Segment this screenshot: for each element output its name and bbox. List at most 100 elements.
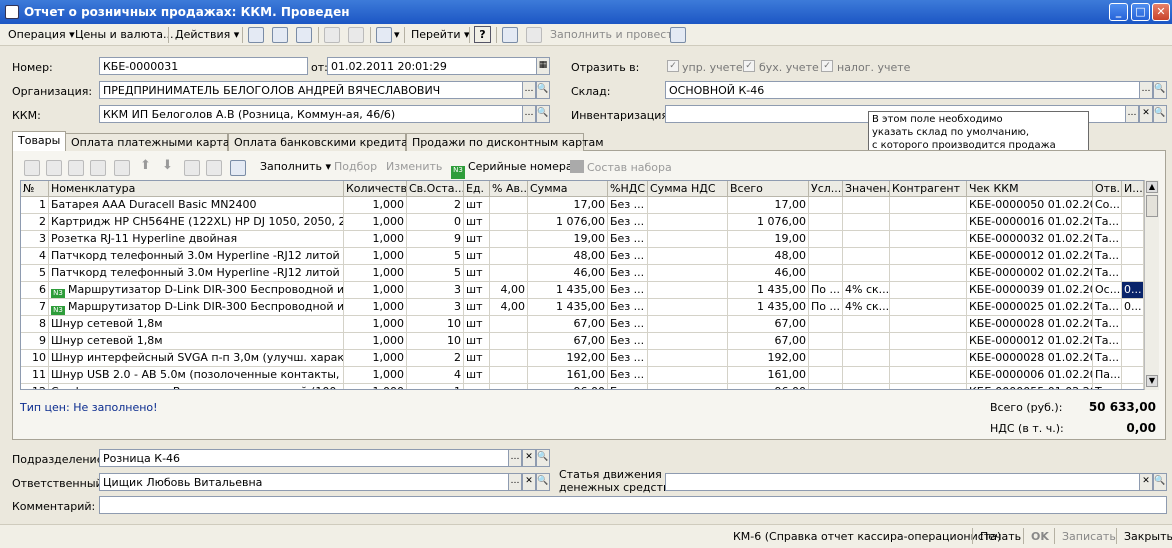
warehouse-select-button[interactable]: … — [1139, 81, 1153, 99]
table-cell-val[interactable]: 4% ск... — [843, 299, 890, 316]
operation-menu[interactable]: Операция ▾ — [8, 28, 75, 41]
table-cell-kontr[interactable] — [890, 350, 967, 367]
prices-button[interactable]: Цены и валюта... — [75, 28, 173, 41]
table-cell-pct[interactable] — [490, 384, 528, 389]
table-cell-unit[interactable]: шт — [464, 214, 490, 231]
serial-numbers-button[interactable]: N3 Серийные номера — [451, 160, 573, 179]
table-cell-i[interactable] — [1122, 350, 1144, 367]
table-cell-kontr[interactable] — [890, 248, 967, 265]
table-cell-i[interactable]: 0... — [1122, 299, 1144, 316]
table-cell-n[interactable]: 1 — [21, 197, 49, 214]
table-cell-name[interactable]: Розетка RJ-11 Hyperline двойная — [49, 231, 344, 248]
table-cell-qty[interactable]: 1,000 — [344, 316, 407, 333]
table-cell-val[interactable]: 4% ск... — [843, 282, 890, 299]
table-cell-qty[interactable]: 1,000 — [344, 367, 407, 384]
table-cell-name[interactable]: N3 Маршрутизатор D-Link DIR-300 Беспровод… — [49, 282, 344, 299]
table-cell-usl[interactable]: По ... — [809, 282, 843, 299]
column-header[interactable]: Всего — [728, 181, 809, 197]
table-cell-chk[interactable]: КБЕ-0000028 01.02.20... — [967, 316, 1093, 333]
km6-button[interactable]: КМ-6 (Справка отчет кассира-операционист… — [733, 530, 1001, 543]
table-cell-vatsum[interactable] — [648, 384, 728, 389]
table-cell-i[interactable] — [1122, 316, 1144, 333]
table-cell-i[interactable]: 0... — [1122, 282, 1144, 299]
tab-bank-credits[interactable]: Оплата банковскими кредитами — [228, 133, 423, 151]
print-preview-icon[interactable] — [348, 27, 364, 43]
table-cell-qty[interactable]: 1,000 — [344, 214, 407, 231]
table-cell-name[interactable]: Салфетки чистящие Buro для поверхностей … — [49, 384, 344, 389]
table-cell-otv[interactable]: Па... — [1093, 367, 1122, 384]
sort-asc-icon[interactable] — [184, 160, 200, 176]
table-cell-n[interactable]: 9 — [21, 333, 49, 350]
table-cell-val[interactable] — [843, 384, 890, 389]
goto-menu[interactable]: Перейти ▾ — [411, 28, 470, 41]
table-cell-name[interactable]: Шнур USB 2.0 - AB 5.0м (позолоченные кон… — [49, 367, 344, 384]
table-cell-name[interactable]: Батарея AAA Duracell Basic MN2400 — [49, 197, 344, 214]
table-cell-kontr[interactable] — [890, 384, 967, 389]
column-header[interactable]: Сумма НДС — [648, 181, 728, 197]
table-cell-name[interactable]: Шнур сетевой 1,8м — [49, 316, 344, 333]
date-field[interactable]: 01.02.2011 20:01:29 — [327, 57, 537, 75]
scroll-down-icon[interactable]: ▼ — [1146, 375, 1158, 387]
table-cell-usl[interactable] — [809, 350, 843, 367]
tab-goods[interactable]: Товары — [12, 131, 66, 151]
add-row-icon[interactable] — [24, 160, 40, 176]
table-cell-kontr[interactable] — [890, 197, 967, 214]
department-clear-icon[interactable]: ✕ — [522, 449, 536, 467]
table-cell-usl[interactable] — [809, 367, 843, 384]
column-header[interactable]: Контрагент — [890, 181, 967, 197]
table-cell-qty[interactable]: 1,000 — [344, 333, 407, 350]
table-cell-total[interactable]: 48,00 — [728, 248, 809, 265]
table-cell-rest[interactable]: 9 — [407, 231, 464, 248]
table-cell-vatsum[interactable] — [648, 299, 728, 316]
table-cell-unit[interactable]: шт — [464, 197, 490, 214]
table-cell-sum[interactable]: 46,00 — [528, 265, 608, 282]
table-cell-sum[interactable]: 96,00 — [528, 384, 608, 389]
table-cell-qty[interactable]: 1,000 — [344, 248, 407, 265]
table-cell-unit[interactable]: шт — [464, 367, 490, 384]
upr-checkbox[interactable]: ✓ — [667, 60, 679, 72]
ok-button[interactable]: OK — [1031, 530, 1049, 543]
table-cell-qty[interactable]: 1,000 — [344, 384, 407, 389]
table-cell-rest[interactable]: 4 — [407, 367, 464, 384]
table-cell-kontr[interactable] — [890, 367, 967, 384]
table-cell-pct[interactable] — [490, 248, 528, 265]
table-cell-sum[interactable]: 17,00 — [528, 197, 608, 214]
table-cell-total[interactable]: 96,00 — [728, 384, 809, 389]
change-button[interactable]: Изменить — [386, 160, 442, 173]
table-cell-sum[interactable]: 1 435,00 — [528, 299, 608, 316]
table-cell-usl[interactable] — [809, 197, 843, 214]
table-cell-vatsum[interactable] — [648, 214, 728, 231]
calendar-icon[interactable]: ▦ — [536, 57, 550, 75]
table-cell-i[interactable] — [1122, 367, 1144, 384]
table-cell-sum[interactable]: 19,00 — [528, 231, 608, 248]
inventory-clear-icon[interactable]: ✕ — [1139, 105, 1153, 123]
table-cell-kontr[interactable] — [890, 282, 967, 299]
table-cell-usl[interactable]: По ... — [809, 299, 843, 316]
table-cell-i[interactable] — [1122, 231, 1144, 248]
table-cell-sum[interactable]: 48,00 — [528, 248, 608, 265]
table-cell-val[interactable] — [843, 367, 890, 384]
table-cell-chk[interactable]: КБЕ-0000016 01.02.20... — [967, 214, 1093, 231]
table-cell-name[interactable]: Шнур сетевой 1,8м — [49, 333, 344, 350]
table-cell-vat[interactable]: Без ... — [608, 350, 648, 367]
table-cell-n[interactable]: 5 — [21, 265, 49, 282]
table-cell-val[interactable] — [843, 265, 890, 282]
goods-table[interactable]: № Номенклатура Количество Св.Оста... Ед.% Ав… — [20, 180, 1159, 390]
table-cell-usl[interactable] — [809, 316, 843, 333]
table-cell-sum[interactable]: 161,00 — [528, 367, 608, 384]
table-cell-name[interactable]: Патчкорд телефонный 3.0м Hyperline -RJ12… — [49, 265, 344, 282]
table-cell-vat[interactable]: Без ... — [608, 197, 648, 214]
warehouse-field[interactable]: ОСНОВНОЙ К-46 — [665, 81, 1140, 99]
cash-flow-open-icon[interactable]: 🔍 — [1153, 473, 1167, 491]
kkm-select-button[interactable]: … — [522, 105, 536, 123]
table-cell-sum[interactable]: 192,00 — [528, 350, 608, 367]
cash-flow-field[interactable] — [665, 473, 1140, 491]
table-cell-qty[interactable]: 1,000 — [344, 265, 407, 282]
help-button[interactable]: ? — [474, 26, 491, 43]
table-cell-kontr[interactable] — [890, 231, 967, 248]
edit-row-icon[interactable] — [68, 160, 84, 176]
table-cell-pct[interactable] — [490, 214, 528, 231]
number-field[interactable]: КБЕ-0000031 — [99, 57, 308, 75]
column-header[interactable]: Отв... — [1093, 181, 1122, 197]
table-cell-n[interactable]: 7 — [21, 299, 49, 316]
